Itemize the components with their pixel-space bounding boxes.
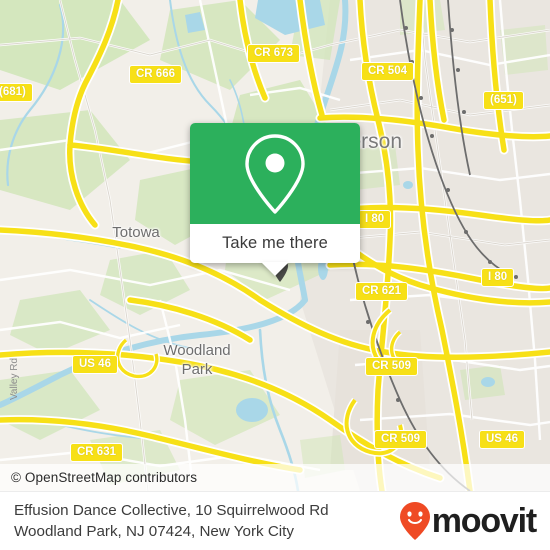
moovit-logo[interactable]: moovit — [399, 501, 550, 541]
shield-us-46-east: US 46 — [479, 430, 525, 449]
address-line-2: Woodland Park, NJ 07424, New York City — [14, 523, 294, 540]
shield-681: (681) — [0, 83, 33, 102]
shield-i-80: I 80 — [481, 268, 515, 287]
address-line-1: Effusion Dance Collective, 10 Squirrelwo… — [14, 502, 329, 519]
place-label-totowa: Totowa — [112, 224, 160, 241]
shield-cr-631: CR 631 — [70, 443, 123, 462]
shield-us-46-west: US 46 — [72, 355, 118, 374]
moovit-map-page: Totowa Woodland Park Paterson Valley Rd … — [0, 0, 550, 550]
shield-cr-509-upper: CR 509 — [365, 357, 418, 376]
shield-cr-509-lower: CR 509 — [374, 430, 427, 449]
shield-651: (651) — [483, 91, 524, 110]
shield-cr-673: CR 673 — [247, 44, 300, 63]
shield-cr-504: CR 504 — [361, 62, 414, 81]
place-label-woodland-park: Woodland Park — [163, 342, 231, 378]
popup-action-area[interactable]: Take me there — [190, 224, 360, 263]
shield-i-80-upper: I 80 — [358, 210, 392, 229]
map-canvas[interactable]: Totowa Woodland Park Paterson Valley Rd … — [0, 0, 550, 491]
popup-pointer — [261, 262, 289, 276]
map-attribution: © OpenStreetMap contributors — [0, 464, 550, 491]
shield-cr-666: CR 666 — [129, 65, 182, 84]
edge-road-label: Valley Rd — [9, 357, 20, 400]
map-pin-icon — [245, 133, 305, 214]
address-text: Effusion Dance Collective, 10 Squirrelwo… — [0, 500, 399, 542]
shield-cr-621: CR 621 — [355, 282, 408, 301]
moovit-smiley-pin-icon — [399, 502, 430, 540]
moovit-wordmark: moovit — [431, 502, 537, 540]
take-me-there-popup[interactable]: Take me there — [190, 123, 360, 276]
popup-icon-area — [190, 123, 360, 224]
attribution-text: © OpenStreetMap contributors — [11, 470, 198, 485]
take-me-there-label: Take me there — [222, 234, 328, 252]
bottom-info-bar: Effusion Dance Collective, 10 Squirrelwo… — [0, 491, 550, 550]
